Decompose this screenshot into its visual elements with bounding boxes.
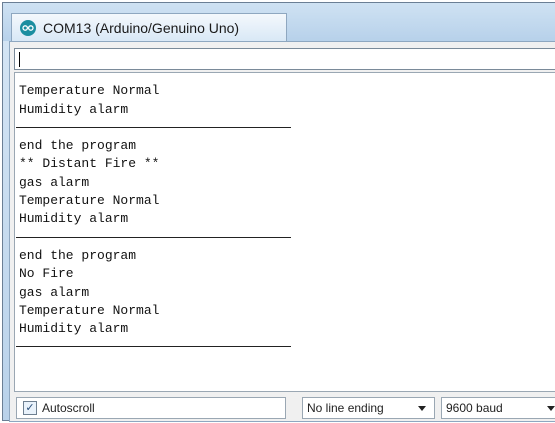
output-line: Temperature Normal (19, 302, 160, 318)
line-ending-value: No line ending (307, 401, 384, 415)
line-ending-select[interactable]: No line ending (302, 397, 435, 419)
output-line: end the program (19, 138, 137, 154)
serial-output-area[interactable]: Temperature Normal Humidity alarm end the … (14, 72, 555, 392)
window-title: COM13 (Arduino/Genuino Uno) (43, 19, 240, 36)
bottom-toolbar: ✓ Autoscroll No line ending 9600 baud (10, 394, 555, 422)
serial-monitor-window: COM13 (Arduino/Genuino Uno) Temperature … (2, 2, 555, 422)
send-input[interactable] (15, 49, 555, 69)
output-line: Humidity alarm (19, 101, 129, 117)
baud-rate-value: 9600 baud (446, 401, 503, 415)
autoscroll-label: Autoscroll (42, 401, 95, 415)
output-line: No Fire (19, 266, 74, 282)
output-line: Temperature Normal (19, 193, 160, 209)
baud-rate-select[interactable]: 9600 baud (441, 397, 555, 419)
output-line: ** Distant Fire ** (19, 156, 160, 172)
chevron-down-icon (418, 406, 426, 411)
title-bar: COM13 (Arduino/Genuino Uno) (3, 3, 555, 41)
chevron-down-icon (547, 406, 555, 411)
arduino-infinity-icon (20, 19, 36, 36)
output-line: Humidity alarm (19, 211, 129, 227)
autoscroll-option[interactable]: ✓ Autoscroll (16, 397, 286, 419)
output-separator (15, 119, 292, 137)
output-separator (15, 229, 292, 247)
output-line: Temperature Normal (19, 83, 160, 99)
output-line: Humidity alarm (19, 321, 129, 337)
check-icon: ✓ (25, 402, 35, 414)
text-cursor (19, 52, 20, 67)
window-tab[interactable]: COM13 (Arduino/Genuino Uno) (11, 13, 287, 41)
output-line: gas alarm (19, 174, 90, 190)
output-separator (15, 338, 292, 356)
send-field[interactable] (14, 48, 555, 70)
serial-monitor-content: Temperature Normal Humidity alarm end the … (9, 41, 555, 422)
autoscroll-checkbox[interactable]: ✓ (23, 401, 37, 415)
output-line: gas alarm (19, 284, 90, 300)
serial-output-lines: Temperature Normal Humidity alarm end the … (15, 73, 292, 357)
output-line: end the program (19, 247, 137, 263)
